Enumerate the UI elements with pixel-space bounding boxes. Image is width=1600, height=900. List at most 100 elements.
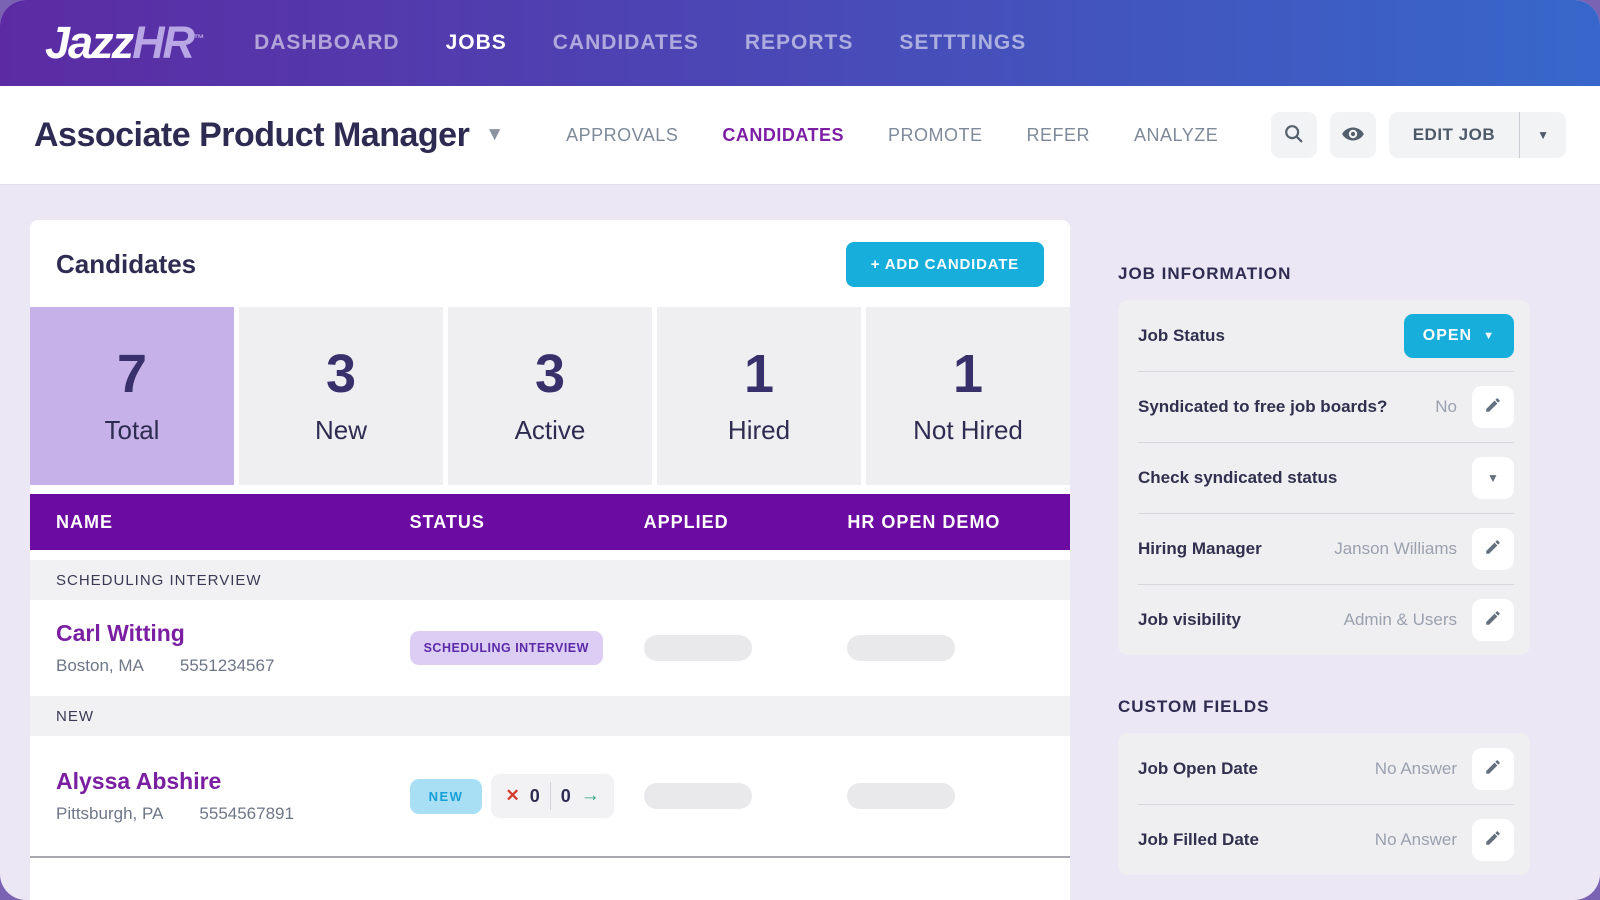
stat-tile-not-hired[interactable]: 1 Not Hired: [866, 307, 1070, 485]
tab-refer[interactable]: REFER: [1027, 125, 1091, 146]
edit-job-button-group: EDIT JOB ▼: [1389, 112, 1566, 158]
job-header: Associate Product Manager ▼ APPROVALS CA…: [0, 86, 1600, 184]
pencil-icon: [1484, 758, 1502, 779]
column-header-applied: APPLIED: [644, 512, 848, 533]
preview-button[interactable]: [1330, 112, 1376, 158]
stat-value: 1: [744, 347, 774, 401]
tab-promote[interactable]: PROMOTE: [888, 125, 983, 146]
edit-job-filled-date-button[interactable]: [1472, 819, 1514, 861]
stat-tile-hired[interactable]: 1 Hired: [657, 307, 861, 485]
syndicated-label: Syndicated to free job boards?: [1138, 397, 1387, 417]
edit-job-visibility-button[interactable]: [1472, 599, 1514, 641]
pencil-icon: [1484, 609, 1502, 630]
candidate-stats-tiles: 7 Total 3 New 3 Active 1 Hired 1 Not H: [30, 307, 1070, 485]
stat-value: 7: [117, 347, 147, 401]
job-title: Associate Product Manager: [34, 116, 469, 155]
stat-value: 1: [953, 347, 983, 401]
nav-item-candidates[interactable]: CANDIDATES: [553, 31, 699, 55]
nav-item-jobs[interactable]: JOBS: [446, 31, 507, 55]
job-visibility-value: Admin & Users: [1344, 610, 1457, 630]
candidates-title: Candidates: [56, 249, 196, 280]
logo-jazz: Jazz: [45, 17, 132, 68]
job-visibility-row: Job visibility Admin & Users: [1118, 584, 1530, 655]
nav-item-reports[interactable]: REPORTS: [745, 31, 854, 55]
candidate-name-cell: Alyssa Abshire Pittsburgh, PA 5554567891: [30, 768, 410, 824]
stat-value: 3: [326, 347, 356, 401]
stat-tile-new[interactable]: 3 New: [239, 307, 443, 485]
job-filled-date-value: No Answer: [1375, 830, 1457, 850]
syndicated-value: No: [1435, 397, 1457, 417]
add-candidate-button[interactable]: + ADD CANDIDATE: [846, 242, 1044, 287]
stat-tile-total[interactable]: 7 Total: [30, 307, 234, 485]
jazzhr-logo[interactable]: JazzHR™: [45, 17, 204, 69]
chevron-down-icon: ▼: [1487, 471, 1499, 485]
job-status-row: Job Status OPEN ▼: [1118, 300, 1530, 371]
applied-cell: [644, 783, 848, 809]
status-badge[interactable]: NEW: [410, 779, 483, 814]
stat-value: 3: [535, 347, 565, 401]
job-filled-date-row: Job Filled Date No Answer: [1118, 804, 1530, 875]
edit-hiring-manager-button[interactable]: [1472, 528, 1514, 570]
candidate-contact: Pittsburgh, PA 5554567891: [56, 804, 410, 824]
candidate-name-link[interactable]: Carl Witting: [56, 620, 185, 647]
candidates-panel: Candidates + ADD CANDIDATE 7 Total 3 New…: [30, 220, 1070, 900]
job-info-sidebar: JOB INFORMATION Job Status OPEN ▼ Syndic…: [1118, 220, 1530, 900]
edit-job-open-date-button[interactable]: [1472, 748, 1514, 790]
pencil-icon: [1484, 396, 1502, 417]
advance-arrow-icon: →: [581, 785, 600, 807]
tab-approvals[interactable]: APPROVALS: [566, 125, 678, 146]
syndicated-row: Syndicated to free job boards? No: [1118, 371, 1530, 442]
stat-tile-active[interactable]: 3 Active: [448, 307, 652, 485]
tab-analyze[interactable]: ANALYZE: [1134, 125, 1218, 146]
stat-label: Total: [105, 415, 160, 446]
column-header-hr-open-demo: HR OPEN DEMO: [847, 512, 1070, 533]
chevron-down-icon: ▼: [1483, 330, 1495, 342]
reject-x-icon: ✕: [505, 786, 519, 806]
candidate-row: Alyssa Abshire Pittsburgh, PA 5554567891…: [30, 736, 1070, 858]
job-title-dropdown-icon[interactable]: ▼: [485, 124, 504, 146]
candidate-contact: Boston, MA 5551234567: [56, 656, 410, 676]
column-header-name: NAME: [30, 512, 410, 533]
job-open-date-value: No Answer: [1375, 759, 1457, 779]
job-tabs: APPROVALS CANDIDATES PROMOTE REFER ANALY…: [566, 125, 1218, 146]
chip-divider: [550, 782, 551, 810]
stat-label: Not Hired: [913, 415, 1023, 446]
job-open-date-row: Job Open Date No Answer: [1118, 733, 1530, 804]
candidate-status-cell: SCHEDULING INTERVIEW: [410, 631, 644, 665]
custom-fields-heading: CUSTOM FIELDS: [1118, 697, 1530, 717]
nav-item-settings[interactable]: SETTTINGS: [899, 31, 1026, 55]
nav-item-dashboard[interactable]: DASHBOARD: [254, 31, 400, 55]
header-actions: EDIT JOB ▼: [1271, 112, 1566, 158]
main-nav: DASHBOARD JOBS CANDIDATES REPORTS SETTTI…: [254, 31, 1026, 55]
edit-job-button[interactable]: EDIT JOB: [1389, 112, 1519, 158]
applied-placeholder: [644, 635, 752, 661]
column-header-status: STATUS: [410, 512, 644, 533]
job-status-label: Job Status: [1138, 326, 1225, 346]
hr-open-demo-cell: [847, 635, 1070, 661]
candidate-location: Boston, MA: [56, 656, 144, 676]
edit-syndicated-button[interactable]: [1472, 386, 1514, 428]
candidate-name-link[interactable]: Alyssa Abshire: [56, 768, 221, 795]
hr-open-demo-placeholder: [847, 783, 955, 809]
job-visibility-label: Job visibility: [1138, 610, 1241, 630]
reject-advance-chip[interactable]: ✕ 0 0 →: [491, 774, 613, 818]
job-open-date-label: Job Open Date: [1138, 759, 1258, 779]
hiring-manager-value: Janson Williams: [1334, 539, 1457, 559]
check-syndicated-dropdown[interactable]: ▼: [1472, 457, 1514, 499]
job-status-dropdown[interactable]: OPEN ▼: [1404, 314, 1514, 358]
edit-job-dropdown-button[interactable]: ▼: [1519, 112, 1566, 158]
candidate-phone: 5551234567: [180, 656, 275, 676]
candidate-row: Carl Witting Boston, MA 5551234567 SCHED…: [30, 600, 1070, 696]
candidate-location: Pittsburgh, PA: [56, 804, 163, 824]
search-button[interactable]: [1271, 112, 1317, 158]
reject-count: 0: [530, 786, 540, 807]
status-badge[interactable]: SCHEDULING INTERVIEW: [410, 631, 603, 665]
check-syndicated-row: Check syndicated status ▼: [1118, 442, 1530, 513]
custom-fields-card: Job Open Date No Answer Job Filled Date …: [1118, 733, 1530, 875]
top-nav: JazzHR™ DASHBOARD JOBS CANDIDATES REPORT…: [0, 0, 1600, 86]
candidate-phone: 5554567891: [199, 804, 294, 824]
tab-candidates[interactable]: CANDIDATES: [722, 125, 844, 146]
hr-open-demo-placeholder: [847, 635, 955, 661]
hiring-manager-label: Hiring Manager: [1138, 539, 1262, 559]
job-status-value: OPEN: [1423, 327, 1472, 345]
